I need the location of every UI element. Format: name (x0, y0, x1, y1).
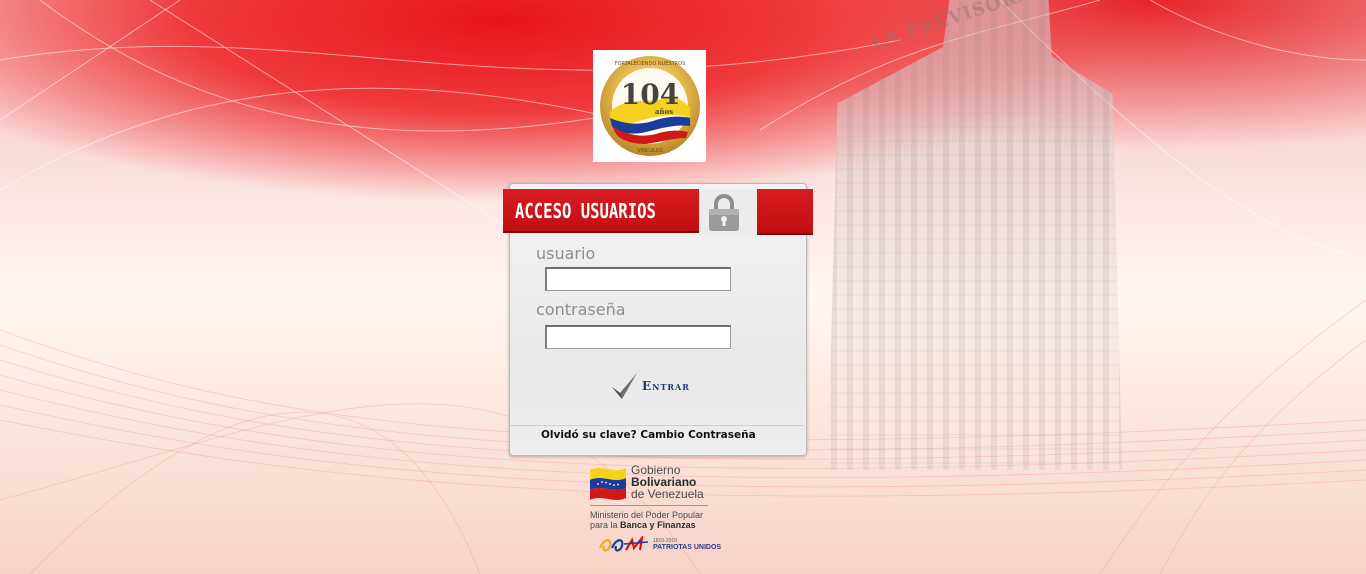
username-label: usuario (536, 244, 596, 263)
forgot-password-link[interactable]: Olvidó su clave? (541, 429, 637, 441)
anniversary-ring-top: FORTALECIENDO NUESTROS (614, 61, 685, 67)
anniversary-emblem-icon: 104 años FORTALECIENDO NUESTROS VINCULOS (599, 56, 700, 156)
login-title: ACCESO USUARIOS (503, 189, 699, 233)
bicentennial-logo-icon (598, 536, 649, 552)
enter-button[interactable]: Entrar (610, 370, 710, 402)
anniversary-ring-bottom: VINCULOS (637, 148, 663, 154)
bicentennial-label: PATRIOTAS UNIDOS (653, 544, 722, 551)
password-input[interactable] (545, 325, 731, 349)
ministry-line1: Ministerio del Poder Popular (590, 510, 704, 520)
account-links: Olvidó su clave? Cambio Contraseña (541, 429, 756, 441)
panel-divider (510, 425, 804, 426)
anniversary-years-word: años (654, 107, 672, 116)
anniversary-logo: 104 años FORTALECIENDO NUESTROS VINCULOS (593, 50, 706, 162)
lock-area (699, 189, 757, 235)
government-logo: Gobierno Bolivariano de Venezuela Minist… (588, 464, 722, 559)
change-password-link[interactable]: Cambio Contraseña (640, 429, 755, 441)
username-input[interactable] (545, 267, 731, 291)
password-label: contraseña (536, 300, 626, 319)
enter-label: Entrar (642, 379, 690, 393)
login-header: ACCESO USUARIOS (503, 189, 813, 235)
checkmark-icon (612, 373, 637, 399)
gov-line3: de Venezuela (631, 487, 704, 501)
venezuela-flag-icon (590, 468, 626, 500)
gov-divider (590, 505, 708, 506)
padlock-icon (709, 194, 739, 231)
ministry-line2: para la Banca y Finanzas (590, 520, 696, 530)
header-accent (757, 189, 813, 235)
